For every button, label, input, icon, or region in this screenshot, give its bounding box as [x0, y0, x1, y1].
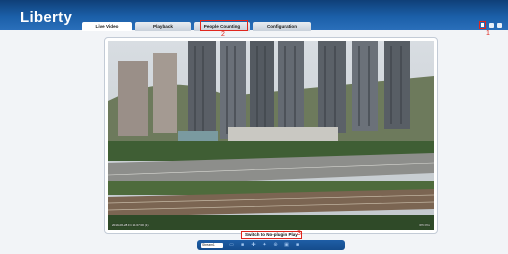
tab-configuration[interactable]: Configuration [253, 22, 311, 31]
fullscreen-icon[interactable]: ■ [295, 242, 300, 248]
annotation-number-3: 3 [297, 230, 301, 237]
switch-no-plugin-button[interactable]: Switch to No-plugin Play [241, 231, 302, 239]
tab-playback[interactable]: Playback [135, 22, 191, 31]
video-stream[interactable]: 2019-06-28 Fri 11:07:00 (1) IPC Pro [108, 41, 434, 230]
annotation-number-1: 1 [486, 30, 490, 37]
camera-scene-image [108, 41, 434, 230]
people-counting-highlight [200, 20, 248, 31]
snapshot-icon[interactable]: ■ [240, 242, 245, 248]
ptz-icon[interactable]: ✦ [262, 242, 267, 248]
header-icons [479, 21, 502, 29]
brand-logo: Liberty [20, 9, 73, 26]
audio-icon[interactable]: ▣ [284, 242, 289, 248]
live-video-panel: 2019-06-28 Fri 11:07:00 (1) IPC Pro [104, 37, 438, 234]
camera-label: IPC Pro [419, 223, 430, 227]
zoom-icon[interactable]: ⊕ [273, 242, 278, 248]
main-tabs: Live Video Playback People Counting Conf… [82, 22, 311, 31]
help-icon[interactable] [489, 22, 494, 28]
video-timestamp: 2019-06-28 Fri 11:07:00 (1) [112, 223, 149, 227]
video-toolbar: Stream1 ▭ ■ ✚ ✦ ⊕ ▣ ■ [197, 240, 345, 250]
stream-select[interactable]: Stream1 [201, 242, 223, 248]
logout-icon[interactable] [497, 22, 502, 28]
layout-icon[interactable]: ▭ [229, 242, 234, 248]
user-icon[interactable] [479, 21, 486, 29]
record-icon[interactable]: ✚ [251, 242, 256, 248]
tab-live-video[interactable]: Live Video [82, 22, 132, 31]
top-header: Liberty Live Video Playback People Count… [0, 0, 508, 31]
